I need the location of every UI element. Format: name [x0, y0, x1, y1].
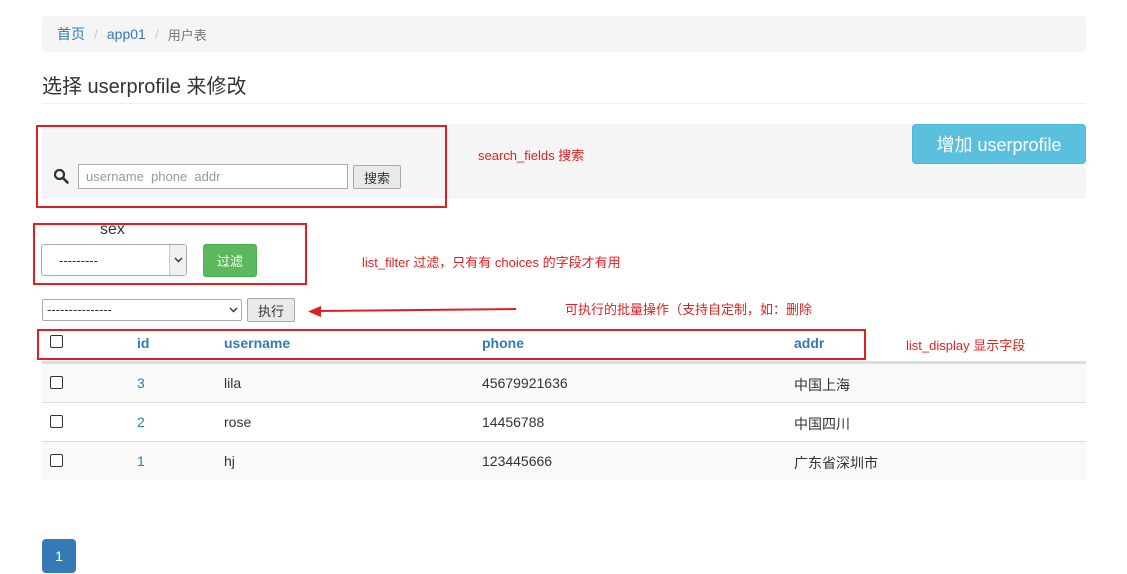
pagination-page-button[interactable]: 1 — [42, 539, 76, 573]
breadcrumb-home-link[interactable]: 首页 — [57, 24, 85, 44]
page-title: 选择 userprofile 来修改 — [42, 76, 247, 98]
breadcrumb: 首页 / app01 / 用户表 — [42, 16, 1086, 52]
row-id-link[interactable]: 2 — [137, 414, 145, 430]
arrow-left-icon — [308, 306, 517, 317]
table-row: 1 hj 123445666 广东省深圳市 — [42, 441, 1086, 480]
row-checkbox[interactable] — [50, 376, 63, 389]
row-addr: 广东省深圳市 — [794, 455, 878, 471]
annotation-box-filter — [33, 223, 307, 285]
row-checkbox[interactable] — [50, 415, 63, 428]
row-checkbox[interactable] — [50, 454, 63, 467]
row-phone: 123445666 — [482, 453, 553, 469]
title-divider — [42, 103, 1086, 104]
row-id-link[interactable]: 1 — [137, 453, 145, 469]
row-addr: 中国上海 — [794, 377, 850, 393]
row-id-link[interactable]: 3 — [137, 375, 145, 391]
table-row: 2 rose 14456788 中国四川 — [42, 402, 1086, 441]
breadcrumb-app-link[interactable]: app01 — [107, 26, 146, 42]
annotation-box-search — [36, 125, 447, 208]
row-phone: 45679921636 — [482, 375, 568, 391]
table-row: 3 lila 45679921636 中国上海 — [42, 363, 1086, 402]
row-username: hj — [224, 453, 235, 469]
row-addr: 中国四川 — [794, 416, 850, 432]
annotation-list-display: list_display 显示字段 — [906, 338, 1026, 353]
row-username: rose — [224, 414, 252, 430]
breadcrumb-separator: / — [154, 26, 159, 42]
row-username: lila — [224, 375, 242, 391]
chevron-down-icon — [228, 304, 238, 316]
row-phone: 14456788 — [482, 414, 545, 430]
breadcrumb-current: 用户表 — [167, 27, 207, 43]
annotation-search-fields: search_fields 搜索 — [478, 148, 585, 163]
add-userprofile-button[interactable]: 增加 userprofile — [912, 124, 1086, 164]
action-select[interactable]: --------------- — [42, 299, 242, 321]
execute-action-button[interactable]: 执行 — [247, 298, 295, 322]
annotation-list-filter: list_filter 过滤，只有有 choices 的字段才有用 — [362, 255, 621, 270]
annotation-box-list-display — [37, 329, 866, 360]
breadcrumb-separator: / — [94, 26, 98, 42]
action-select-value: --------------- — [47, 302, 112, 317]
annotation-actions: 可执行的批量操作（支持自定制，如：删除 — [565, 302, 813, 317]
